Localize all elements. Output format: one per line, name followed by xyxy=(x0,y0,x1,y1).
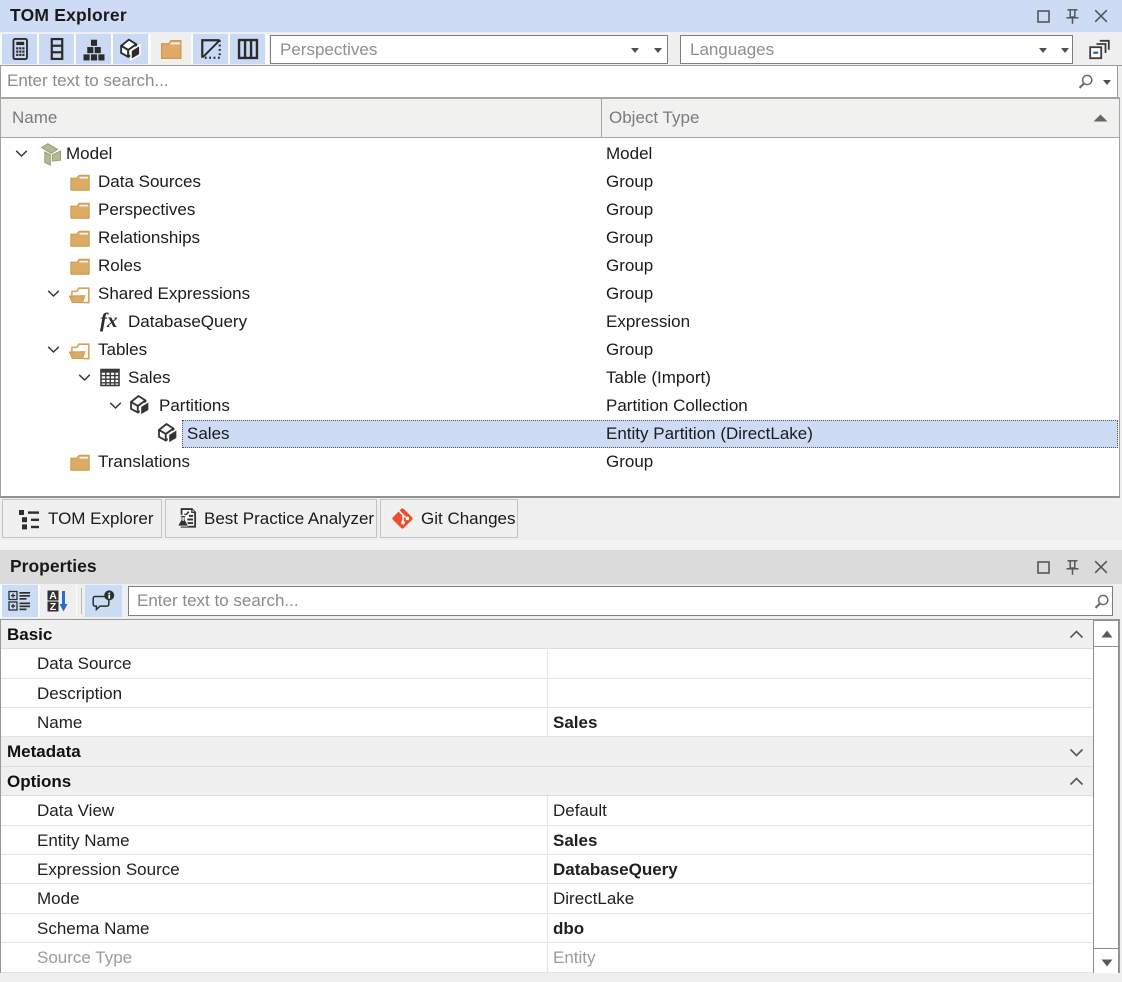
svg-text:Z: Z xyxy=(50,601,57,613)
